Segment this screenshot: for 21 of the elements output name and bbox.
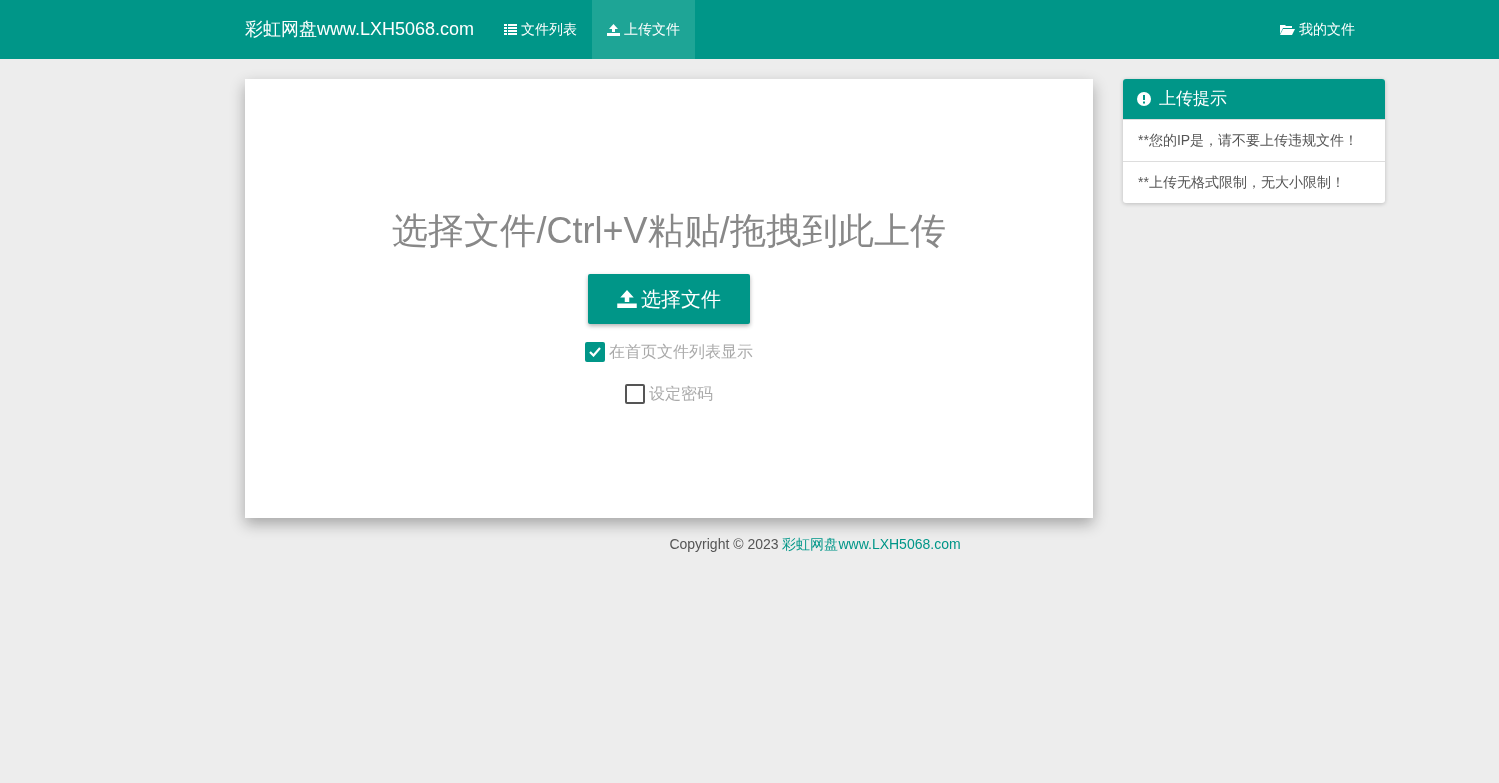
tips-title: 上传提示 <box>1159 88 1227 110</box>
brand-link[interactable]: 彩虹网盘www.LXH5068.com <box>245 0 490 59</box>
checkbox[interactable] <box>625 384 645 404</box>
tip-text: **您的IP是，请不要上传违规文件！ <box>1123 118 1385 161</box>
check-icon <box>589 347 601 357</box>
upload-heading: 选择文件/Ctrl+V粘贴/拖拽到此上传 <box>392 209 946 253</box>
nav-tab[interactable]: 上传文件 <box>592 0 696 59</box>
checkbox[interactable] <box>585 342 605 362</box>
nav-link[interactable]: 我的文件 <box>1265 0 1370 59</box>
choose-file-button[interactable]: 选择文件 <box>588 274 750 324</box>
folder-icon <box>1280 24 1295 35</box>
site-link[interactable]: 彩虹网盘www.LXH5068.com <box>782 536 961 552</box>
list-icon <box>504 24 518 35</box>
checkbox-label: 设定密码 <box>649 384 713 404</box>
exclamation-icon <box>1137 91 1151 106</box>
copyright-text: Copyright © 2023 <box>669 536 779 552</box>
tip-text: **上传无格式限制，无大小限制！ <box>1123 160 1385 203</box>
checkbox-label: 在首页文件列表显示 <box>609 342 753 362</box>
nav-tab[interactable]: 文件列表 <box>489 0 593 59</box>
upload-icon <box>617 290 637 308</box>
upload-icon <box>607 23 621 36</box>
